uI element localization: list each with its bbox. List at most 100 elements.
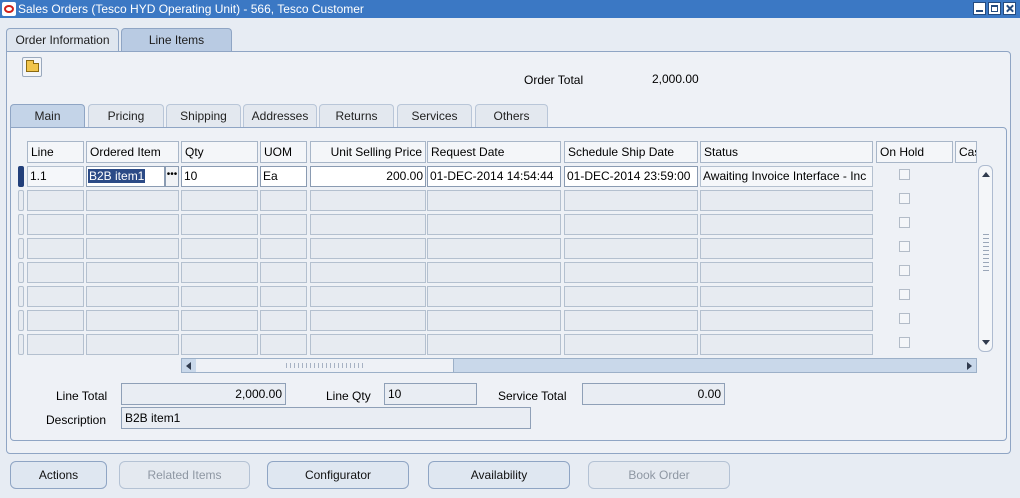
empty-cell[interactable] (86, 262, 179, 283)
description-field[interactable]: B2B item1 (121, 407, 531, 429)
on-hold-checkbox[interactable] (899, 289, 910, 300)
row-indicator[interactable] (18, 310, 24, 331)
column-header-uom[interactable]: UOM (260, 141, 307, 163)
minimize-icon[interactable] (973, 2, 986, 15)
empty-cell[interactable] (700, 334, 873, 355)
empty-cell[interactable] (427, 238, 561, 259)
empty-cell[interactable] (564, 334, 698, 355)
empty-cell[interactable] (427, 286, 561, 307)
tab-pricing[interactable]: Pricing (88, 104, 164, 127)
empty-cell[interactable] (260, 310, 307, 331)
empty-cell[interactable] (310, 334, 426, 355)
row-indicator[interactable] (18, 262, 24, 283)
empty-cell[interactable] (27, 238, 84, 259)
cell-schedule-ship-date[interactable]: 01-DEC-2014 23:59:00 (564, 166, 698, 187)
empty-cell[interactable] (86, 310, 179, 331)
tab-line-items[interactable]: Line Items (121, 28, 232, 52)
on-hold-checkbox[interactable] (899, 337, 910, 348)
cell-request-date[interactable]: 01-DEC-2014 14:54:44 (427, 166, 561, 187)
ordered-item-lov-button[interactable]: ••• (165, 166, 179, 187)
cell-qty[interactable]: 10 (181, 166, 258, 187)
empty-cell[interactable] (310, 286, 426, 307)
empty-cell[interactable] (310, 190, 426, 211)
empty-cell[interactable] (86, 214, 179, 235)
tab-others[interactable]: Others (475, 104, 548, 127)
empty-cell[interactable] (427, 334, 561, 355)
row-indicator[interactable] (18, 334, 24, 355)
column-header-line[interactable]: Line (27, 141, 84, 163)
configurator-button[interactable]: Configurator (267, 461, 409, 489)
row-indicator[interactable] (18, 238, 24, 259)
empty-cell[interactable] (181, 310, 258, 331)
tab-main[interactable]: Main (10, 104, 85, 127)
empty-cell[interactable] (700, 262, 873, 283)
column-header-cas[interactable]: Cas (955, 141, 977, 163)
empty-cell[interactable] (700, 286, 873, 307)
empty-cell[interactable] (427, 190, 561, 211)
empty-cell[interactable] (310, 310, 426, 331)
column-header-on-hold[interactable]: On Hold (876, 141, 953, 163)
empty-cell[interactable] (27, 286, 84, 307)
row-indicator[interactable] (18, 190, 24, 211)
on-hold-checkbox[interactable] (899, 217, 910, 228)
empty-cell[interactable] (181, 262, 258, 283)
book-order-button[interactable]: Book Order (588, 461, 730, 489)
vertical-scrollbar[interactable] (978, 165, 993, 352)
horizontal-scroll-thumb[interactable] (196, 359, 454, 372)
empty-cell[interactable] (700, 190, 873, 211)
service-total-field[interactable]: 0.00 (582, 383, 725, 405)
empty-cell[interactable] (27, 262, 84, 283)
tab-addresses[interactable]: Addresses (243, 104, 317, 127)
empty-cell[interactable] (700, 310, 873, 331)
row-indicator[interactable] (18, 286, 24, 307)
empty-cell[interactable] (310, 214, 426, 235)
empty-cell[interactable] (700, 214, 873, 235)
tab-order-information[interactable]: Order Information (6, 28, 119, 52)
on-hold-checkbox[interactable] (899, 169, 910, 180)
column-header-request-date[interactable]: Request Date (427, 141, 561, 163)
column-header-status[interactable]: Status (700, 141, 873, 163)
empty-cell[interactable] (181, 238, 258, 259)
empty-cell[interactable] (564, 214, 698, 235)
empty-cell[interactable] (564, 310, 698, 331)
empty-cell[interactable] (181, 190, 258, 211)
empty-cell[interactable] (86, 238, 179, 259)
column-header-ordered-item[interactable]: Ordered Item (86, 141, 179, 163)
empty-cell[interactable] (27, 310, 84, 331)
empty-cell[interactable] (310, 238, 426, 259)
empty-cell[interactable] (564, 286, 698, 307)
scroll-down-icon[interactable] (982, 340, 990, 345)
tab-returns[interactable]: Returns (319, 104, 394, 127)
scroll-up-icon[interactable] (982, 172, 990, 177)
empty-cell[interactable] (27, 214, 84, 235)
empty-cell[interactable] (86, 286, 179, 307)
empty-cell[interactable] (181, 286, 258, 307)
empty-cell[interactable] (260, 262, 307, 283)
cell-ordered-item[interactable]: B2B item1 (86, 166, 165, 187)
line-qty-field[interactable]: 10 (384, 383, 477, 405)
close-icon[interactable] (1003, 2, 1016, 15)
empty-cell[interactable] (86, 190, 179, 211)
on-hold-checkbox[interactable] (899, 313, 910, 324)
cell-uom[interactable]: Ea (260, 166, 307, 187)
on-hold-checkbox[interactable] (899, 265, 910, 276)
empty-cell[interactable] (260, 334, 307, 355)
empty-cell[interactable] (427, 310, 561, 331)
empty-cell[interactable] (181, 334, 258, 355)
on-hold-checkbox[interactable] (899, 241, 910, 252)
empty-cell[interactable] (260, 238, 307, 259)
scroll-left-icon[interactable] (186, 362, 191, 370)
horizontal-scrollbar[interactable] (181, 358, 977, 373)
cell-unit-selling-price[interactable]: 200.00 (310, 166, 426, 187)
empty-cell[interactable] (427, 262, 561, 283)
empty-cell[interactable] (260, 286, 307, 307)
column-header-unit-selling-price[interactable]: Unit Selling Price (310, 141, 426, 163)
related-items-button[interactable]: Related Items (119, 461, 250, 489)
empty-cell[interactable] (564, 238, 698, 259)
actions-button[interactable]: Actions (10, 461, 107, 489)
cell-status[interactable]: Awaiting Invoice Interface - Inc (700, 166, 873, 187)
empty-cell[interactable] (27, 334, 84, 355)
empty-cell[interactable] (700, 238, 873, 259)
folder-button[interactable] (22, 57, 42, 77)
empty-cell[interactable] (260, 214, 307, 235)
